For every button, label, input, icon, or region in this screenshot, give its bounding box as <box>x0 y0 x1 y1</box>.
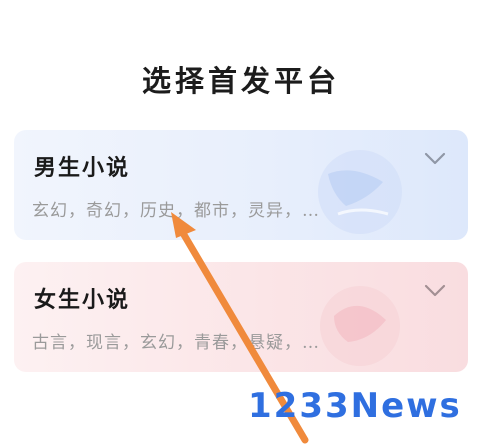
male-novel-title: 男生小说 <box>34 155 131 181</box>
chevron-down-icon[interactable] <box>424 284 446 298</box>
male-novel-genres: 玄幻，奇幻，历史，都市，灵异，… <box>32 201 320 221</box>
female-novel-genres: 古言，现言，玄幻，青春，悬疑，… <box>32 333 320 353</box>
page-title: 选择首发平台 <box>141 64 340 98</box>
male-novel-card[interactable]: 男生小说 玄幻，奇幻，历史，都市，灵异，… <box>14 130 468 240</box>
female-novel-title: 女生小说 <box>34 287 131 313</box>
chevron-down-icon[interactable] <box>424 152 446 166</box>
watermark-text: 1233News <box>248 386 462 426</box>
female-novel-card[interactable]: 女生小说 古言，现言，玄幻，青春，悬疑，… <box>14 262 468 372</box>
globe-decoration-icon <box>318 150 402 234</box>
flower-decoration-icon <box>320 286 400 366</box>
